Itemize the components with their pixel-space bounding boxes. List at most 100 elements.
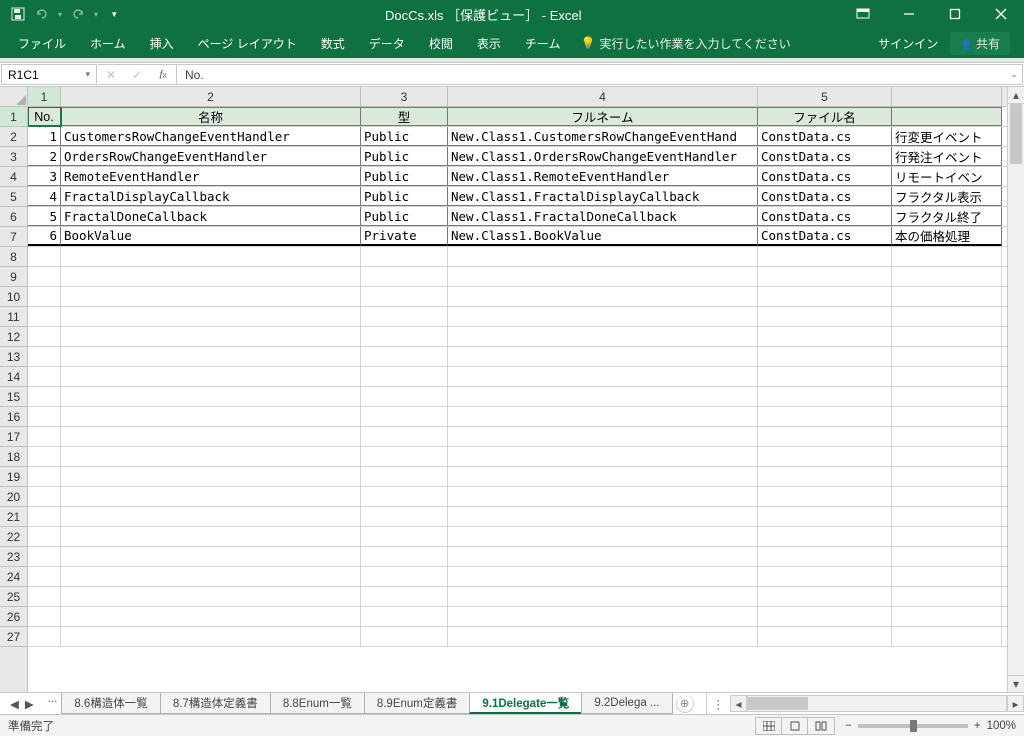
- cell-name[interactable]: BookValue: [61, 227, 361, 246]
- cell-type[interactable]: Public: [361, 167, 448, 186]
- redo-dropdown-icon[interactable]: ▾: [94, 10, 98, 19]
- minimize-button[interactable]: [886, 0, 932, 28]
- cell-file[interactable]: ConstData.cs: [758, 167, 892, 186]
- empty-cell[interactable]: [361, 427, 448, 446]
- select-all-corner[interactable]: [0, 87, 28, 106]
- cell-file[interactable]: ConstData.cs: [758, 127, 892, 146]
- cell-desc[interactable]: リモートイベン: [892, 167, 1002, 186]
- formula-enter-button[interactable]: ✓: [124, 68, 150, 82]
- empty-cell[interactable]: [892, 567, 1002, 586]
- header-cell[interactable]: No.: [28, 107, 61, 126]
- row-header[interactable]: 20: [0, 487, 27, 507]
- empty-cell[interactable]: [758, 387, 892, 406]
- empty-cell[interactable]: [758, 267, 892, 286]
- cell-full[interactable]: New.Class1.BookValue: [448, 227, 758, 246]
- empty-cell[interactable]: [448, 587, 758, 606]
- empty-cell[interactable]: [28, 327, 61, 346]
- empty-cell[interactable]: [361, 267, 448, 286]
- empty-cell[interactable]: [892, 367, 1002, 386]
- empty-cell[interactable]: [361, 307, 448, 326]
- empty-cell[interactable]: [361, 627, 448, 646]
- grid-body[interactable]: No.名称型フルネームファイル名1CustomersRowChangeEvent…: [28, 107, 1007, 692]
- row-header[interactable]: 24: [0, 567, 27, 587]
- empty-cell[interactable]: [61, 367, 361, 386]
- cell-full[interactable]: New.Class1.OrdersRowChangeEventHandler: [448, 147, 758, 166]
- empty-cell[interactable]: [28, 287, 61, 306]
- row-header[interactable]: 7: [0, 227, 27, 247]
- empty-cell[interactable]: [892, 527, 1002, 546]
- zoom-percent[interactable]: 100%: [987, 720, 1016, 732]
- empty-cell[interactable]: [892, 507, 1002, 526]
- empty-cell[interactable]: [892, 587, 1002, 606]
- empty-cell[interactable]: [448, 527, 758, 546]
- cell-type[interactable]: Public: [361, 147, 448, 166]
- cell-no[interactable]: 4: [28, 187, 61, 206]
- empty-cell[interactable]: [28, 627, 61, 646]
- empty-cell[interactable]: [361, 547, 448, 566]
- empty-cell[interactable]: [28, 547, 61, 566]
- empty-cell[interactable]: [361, 567, 448, 586]
- cell-desc[interactable]: 本の価格処理: [892, 227, 1002, 246]
- empty-cell[interactable]: [758, 427, 892, 446]
- cell-full[interactable]: New.Class1.FractalDoneCallback: [448, 207, 758, 226]
- empty-cell[interactable]: [61, 447, 361, 466]
- empty-cell[interactable]: [758, 287, 892, 306]
- empty-cell[interactable]: [758, 607, 892, 626]
- empty-cell[interactable]: [892, 287, 1002, 306]
- zoom-out-button[interactable]: −: [845, 720, 852, 732]
- empty-cell[interactable]: [448, 387, 758, 406]
- empty-cell[interactable]: [28, 527, 61, 546]
- col-header-3[interactable]: 3: [361, 87, 448, 106]
- share-button[interactable]: 👤 共有: [950, 32, 1010, 55]
- cell-no[interactable]: 3: [28, 167, 61, 186]
- empty-cell[interactable]: [448, 247, 758, 266]
- empty-cell[interactable]: [448, 447, 758, 466]
- empty-cell[interactable]: [892, 627, 1002, 646]
- tab-team[interactable]: チーム: [513, 29, 573, 58]
- empty-cell[interactable]: [758, 587, 892, 606]
- empty-cell[interactable]: [448, 267, 758, 286]
- tab-home[interactable]: ホーム: [78, 29, 138, 58]
- view-pagelayout-button[interactable]: [782, 718, 808, 734]
- empty-cell[interactable]: [361, 507, 448, 526]
- cell-desc[interactable]: フラクタル表示: [892, 187, 1002, 206]
- empty-cell[interactable]: [758, 547, 892, 566]
- empty-cell[interactable]: [892, 307, 1002, 326]
- empty-cell[interactable]: [892, 607, 1002, 626]
- qat-customize-icon[interactable]: ▾: [112, 9, 117, 20]
- hscroll-track[interactable]: [747, 695, 1007, 712]
- row-header[interactable]: 6: [0, 207, 27, 227]
- cell-file[interactable]: ConstData.cs: [758, 147, 892, 166]
- row-header[interactable]: 18: [0, 447, 27, 467]
- empty-cell[interactable]: [28, 427, 61, 446]
- empty-cell[interactable]: [448, 367, 758, 386]
- empty-cell[interactable]: [361, 327, 448, 346]
- empty-cell[interactable]: [892, 387, 1002, 406]
- empty-cell[interactable]: [448, 567, 758, 586]
- empty-cell[interactable]: [448, 347, 758, 366]
- row-header[interactable]: 11: [0, 307, 27, 327]
- zoom-slider[interactable]: [858, 724, 968, 728]
- view-normal-button[interactable]: [756, 718, 782, 734]
- row-header[interactable]: 26: [0, 607, 27, 627]
- sheet-nav-next-icon[interactable]: ▶: [25, 697, 34, 711]
- col-header-6[interactable]: [892, 87, 1002, 106]
- cell-type[interactable]: Public: [361, 127, 448, 146]
- empty-cell[interactable]: [892, 427, 1002, 446]
- zoom-knob[interactable]: [910, 720, 917, 732]
- scroll-up-icon[interactable]: ▴: [1008, 87, 1024, 104]
- tab-insert[interactable]: 挿入: [138, 29, 186, 58]
- empty-cell[interactable]: [61, 507, 361, 526]
- cell-no[interactable]: 1: [28, 127, 61, 146]
- empty-cell[interactable]: [758, 407, 892, 426]
- empty-cell[interactable]: [361, 387, 448, 406]
- cell-desc[interactable]: フラクタル終了: [892, 207, 1002, 226]
- empty-cell[interactable]: [892, 267, 1002, 286]
- empty-cell[interactable]: [448, 407, 758, 426]
- empty-cell[interactable]: [758, 627, 892, 646]
- sheet-tab[interactable]: 9.1Delegate一覧: [469, 693, 582, 714]
- close-button[interactable]: [978, 0, 1024, 28]
- empty-cell[interactable]: [892, 347, 1002, 366]
- cell-name[interactable]: OrdersRowChangeEventHandler: [61, 147, 361, 166]
- header-cell[interactable]: 名称: [61, 107, 361, 126]
